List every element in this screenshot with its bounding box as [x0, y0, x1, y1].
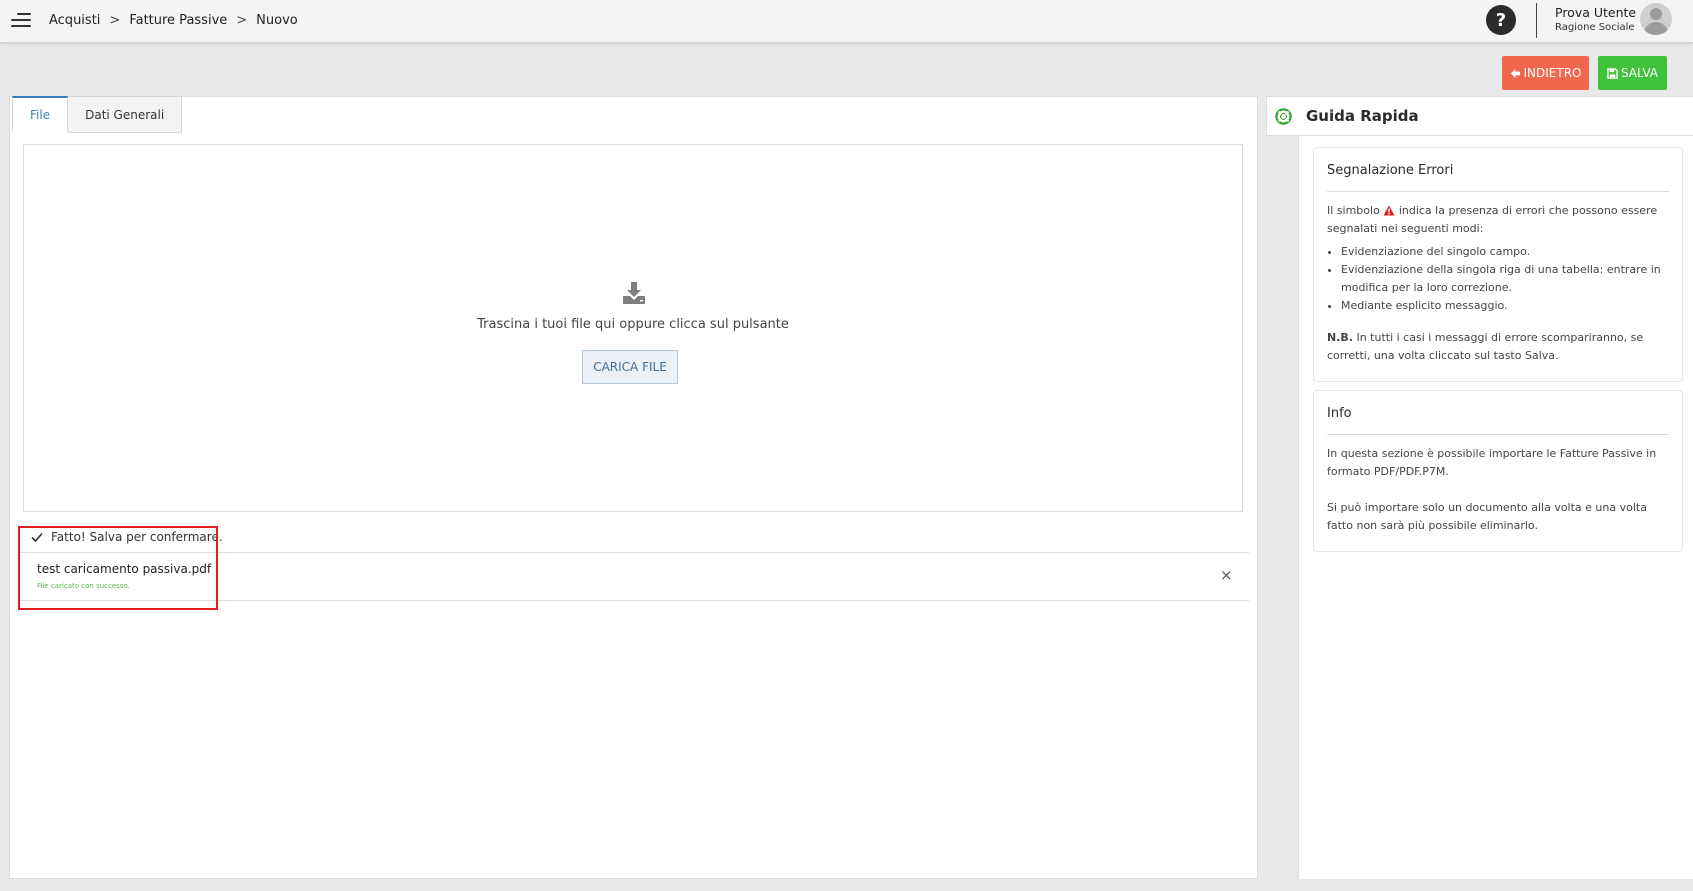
- upload-success-message: Fatto! Salva per confermare.: [19, 522, 1249, 552]
- save-button-label: SALVA: [1620, 66, 1659, 80]
- breadcrumb-separator: >: [109, 13, 121, 28]
- help-icon[interactable]: ?: [1486, 5, 1516, 35]
- breadcrumb-item-fatture-passive[interactable]: Fatture Passive: [129, 13, 227, 28]
- tab-file[interactable]: File: [12, 96, 69, 133]
- upload-status-text: Fatto! Salva per confermare.: [51, 530, 223, 544]
- lifebuoy-icon: [1275, 108, 1292, 125]
- errors-card-title: Segnalazione Errori: [1327, 163, 1454, 178]
- back-button[interactable]: INDIETRO: [1502, 56, 1589, 90]
- info-paragraph-1: In questa sezione è possibile importare …: [1327, 447, 1657, 478]
- top-bar: Acquisti > Fatture Passive > Nuovo ? Pro…: [0, 0, 1693, 43]
- list-item: Evidenziazione del singolo campo.: [1341, 243, 1672, 261]
- tab-bar: File Dati Generali: [12, 96, 183, 133]
- user-name[interactable]: Prova Utente: [1555, 5, 1636, 20]
- info-card-title: Info: [1327, 406, 1352, 421]
- uploaded-file-row: test caricamento passiva.pdf File carica…: [19, 553, 1249, 600]
- info-paragraph-2: Si può importare solo un documento alla …: [1327, 501, 1647, 532]
- avatar[interactable]: [1640, 3, 1672, 35]
- breadcrumb-separator: >: [236, 13, 248, 28]
- divider: [19, 600, 1249, 601]
- errors-list: Evidenziazione del singolo campo. Eviden…: [1341, 243, 1672, 315]
- divider: [1327, 191, 1669, 192]
- checkmark-icon: [31, 532, 43, 543]
- arrow-left-icon: [1510, 68, 1520, 78]
- file-dropzone[interactable]: Trascina i tuoi file qui oppure clicca s…: [23, 144, 1243, 512]
- list-item: Evidenziazione della singola riga di una…: [1341, 261, 1672, 297]
- note-text: In tutti i casi i messaggi di errore sco…: [1327, 331, 1644, 362]
- uploaded-file-message: File caricato con successo.: [37, 582, 130, 590]
- save-button[interactable]: SALVA: [1598, 56, 1667, 90]
- guide-header: Guida Rapida: [1266, 96, 1693, 136]
- download-icon: [623, 282, 645, 304]
- breadcrumb-item-nuovo: Nuovo: [256, 13, 298, 28]
- info-card: Info In questa sezione è possibile impor…: [1313, 390, 1683, 552]
- errors-card-intro: Il simbolo indica la presenza di errori …: [1327, 202, 1672, 238]
- breadcrumb-item-acquisti[interactable]: Acquisti: [49, 13, 100, 28]
- divider: [1327, 434, 1669, 435]
- upload-status: Fatto! Salva per confermare. test carica…: [19, 522, 1249, 601]
- remove-file-icon[interactable]: ×: [1220, 568, 1233, 583]
- errors-card-note: N.B. In tutti i casi i messaggi di error…: [1327, 329, 1672, 365]
- note-label: N.B.: [1327, 331, 1353, 344]
- uploaded-file-name: test caricamento passiva.pdf: [37, 562, 212, 576]
- divider: [1536, 3, 1537, 38]
- breadcrumb: Acquisti > Fatture Passive > Nuovo: [49, 13, 298, 28]
- guide-title: Guida Rapida: [1306, 107, 1419, 125]
- warning-icon: [1383, 205, 1395, 216]
- dropzone-instructions: Trascina i tuoi file qui oppure clicca s…: [477, 317, 789, 332]
- back-button-label: INDIETRO: [1523, 66, 1582, 80]
- menu-icon[interactable]: [11, 13, 31, 29]
- tab-dati-generali[interactable]: Dati Generali: [68, 96, 183, 133]
- upload-file-button[interactable]: CARICA FILE: [582, 350, 678, 384]
- main-panel: File Dati Generali Trascina i tuoi file …: [9, 96, 1258, 879]
- floppy-disk-icon: [1607, 67, 1618, 79]
- guide-panel: Segnalazione Errori Il simbolo indica la…: [1298, 136, 1693, 879]
- errors-card: Segnalazione Errori Il simbolo indica la…: [1313, 147, 1683, 382]
- errors-intro-before: Il simbolo: [1327, 204, 1380, 217]
- list-item: Mediante esplicito messaggio.: [1341, 297, 1672, 315]
- user-organization: Ragione Sociale: [1555, 22, 1635, 33]
